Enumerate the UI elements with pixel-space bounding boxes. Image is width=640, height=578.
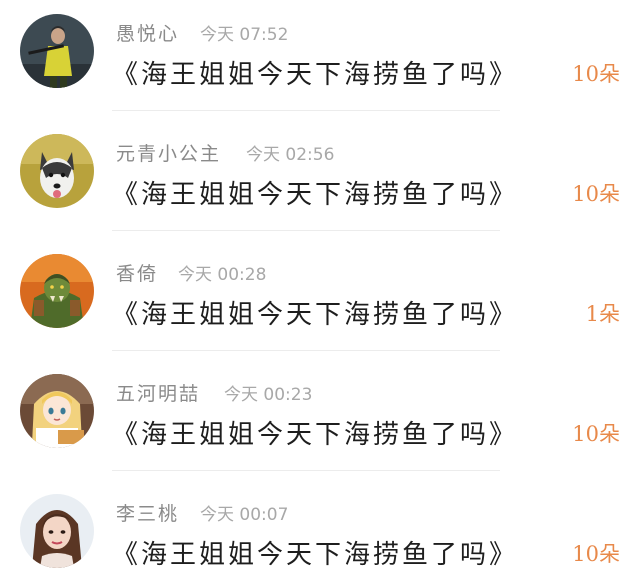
avatar-husky-dog-icon[interactable] xyxy=(20,134,94,208)
avatar-orc-warrior-icon[interactable] xyxy=(20,254,94,328)
divider xyxy=(112,470,500,471)
gift-record-list: 愚悦心 今天 07:52 《海王姐姐今天下海捞鱼了吗》 10朵 元青小公主 今天… xyxy=(0,0,640,578)
list-item[interactable]: 香倚 今天 00:28 《海王姐姐今天下海捞鱼了吗》 1朵 xyxy=(0,240,640,360)
timestamp: 今天 02:56 xyxy=(246,145,335,165)
message-text: 《海王姐姐今天下海捞鱼了吗》 xyxy=(112,420,519,450)
timestamp: 今天 07:52 xyxy=(200,25,289,45)
avatar-soldier-icon[interactable] xyxy=(20,14,94,88)
user-name[interactable]: 愚悦心 xyxy=(116,19,179,46)
avatar-anime-girl-icon[interactable] xyxy=(20,374,94,448)
list-item[interactable]: 元青小公主 今天 02:56 《海王姐姐今天下海捞鱼了吗》 10朵 xyxy=(0,120,640,240)
avatar-woman-photo-icon[interactable] xyxy=(20,494,94,568)
message-text: 《海王姐姐今天下海捞鱼了吗》 xyxy=(112,540,519,570)
message-text: 《海王姐姐今天下海捞鱼了吗》 xyxy=(112,60,519,90)
gift-count: 1朵 xyxy=(585,302,620,326)
divider xyxy=(112,230,500,231)
message-text: 《海王姐姐今天下海捞鱼了吗》 xyxy=(112,180,519,210)
timestamp: 今天 00:07 xyxy=(200,505,289,525)
timestamp: 今天 00:23 xyxy=(224,385,313,405)
message-text: 《海王姐姐今天下海捞鱼了吗》 xyxy=(112,300,519,330)
user-name[interactable]: 香倚 xyxy=(116,259,158,286)
gift-count: 10朵 xyxy=(572,542,620,566)
divider xyxy=(112,110,500,111)
list-item[interactable]: 五河明喆 今天 00:23 《海王姐姐今天下海捞鱼了吗》 10朵 xyxy=(0,360,640,480)
gift-count: 10朵 xyxy=(572,182,620,206)
gift-count: 10朵 xyxy=(572,422,620,446)
user-name[interactable]: 李三桃 xyxy=(116,499,179,526)
gift-count: 10朵 xyxy=(572,62,620,86)
list-item[interactable]: 愚悦心 今天 07:52 《海王姐姐今天下海捞鱼了吗》 10朵 xyxy=(0,0,640,120)
timestamp: 今天 00:28 xyxy=(178,265,267,285)
list-item[interactable]: 李三桃 今天 00:07 《海王姐姐今天下海捞鱼了吗》 10朵 xyxy=(0,480,640,578)
user-name[interactable]: 五河明喆 xyxy=(116,379,200,406)
user-name[interactable]: 元青小公主 xyxy=(116,139,221,166)
divider xyxy=(112,350,500,351)
